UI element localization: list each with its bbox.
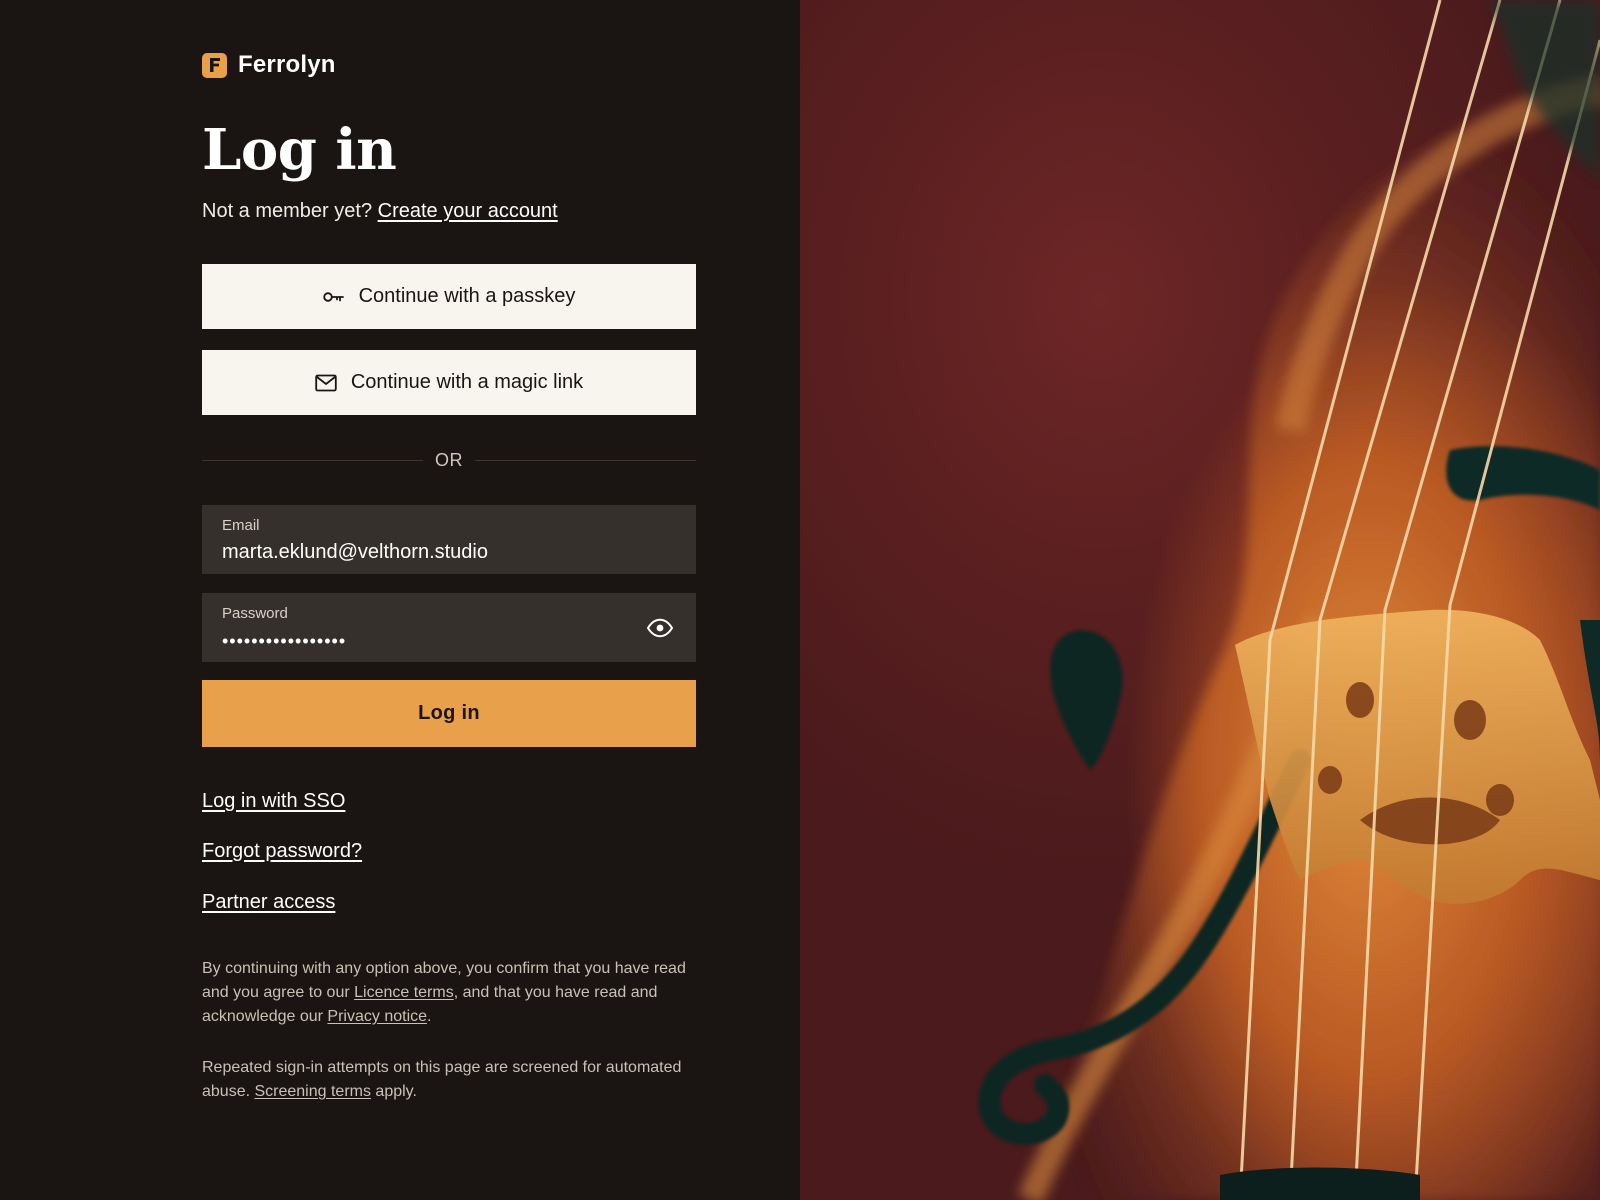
create-account-link[interactable]: Create your account [378, 200, 558, 222]
password-value[interactable]: ••••••••••••••••• [222, 629, 676, 653]
legal-text-1c: . [427, 1008, 432, 1025]
divider-label: OR [435, 449, 463, 470]
eye-icon[interactable] [646, 614, 674, 642]
partner-access-link[interactable]: Partner access [202, 889, 335, 915]
signup-prompt: Not a member yet? Create your account [202, 198, 558, 224]
hero-image [800, 0, 1600, 1200]
brand-name: Ferrolyn [238, 51, 336, 78]
password-field[interactable]: Password ••••••••••••••••• [202, 593, 696, 662]
screening-terms-link[interactable]: Screening terms [254, 1083, 371, 1100]
or-divider: OR [202, 448, 696, 472]
privacy-notice-link[interactable]: Privacy notice [327, 1008, 427, 1025]
sso-login-link[interactable]: Log in with SSO [202, 788, 345, 814]
magic-link-button-label: Continue with a magic link [350, 371, 584, 393]
email-label: Email [222, 517, 260, 534]
licence-terms-link[interactable]: Licence terms [354, 984, 454, 1001]
email-value[interactable]: marta.eklund@velthorn.studio [222, 540, 676, 564]
key-icon [322, 291, 344, 302]
legal-text-2b: apply. [370, 1083, 417, 1100]
brand-logo-icon [202, 52, 227, 78]
brand[interactable]: Ferrolyn [202, 51, 336, 79]
login-submit-button[interactable]: Log in [202, 680, 696, 747]
email-field[interactable]: Email marta.eklund@velthorn.studio [202, 505, 696, 574]
login-panel: Ferrolyn Log in Not a member yet? Create… [0, 0, 800, 1200]
cello-illustration [978, 0, 1600, 1200]
passkey-button[interactable]: Continue with a passkey [202, 264, 696, 329]
page-title: Log in [202, 117, 397, 183]
password-label: Password [222, 605, 288, 622]
legal-consent-text: By continuing with any option above, you… [202, 957, 696, 1029]
passkey-button-label: Continue with a passkey [358, 285, 576, 307]
signup-prompt-text: Not a member yet? [202, 200, 373, 222]
magic-link-button[interactable]: Continue with a magic link [202, 350, 696, 415]
screening-notice-text: Repeated sign-in attempts on this page a… [202, 1056, 696, 1104]
divider-line-right [475, 459, 696, 461]
divider-line-left [202, 459, 423, 461]
envelope-icon [315, 374, 337, 391]
forgot-password-link[interactable]: Forgot password? [202, 838, 362, 864]
